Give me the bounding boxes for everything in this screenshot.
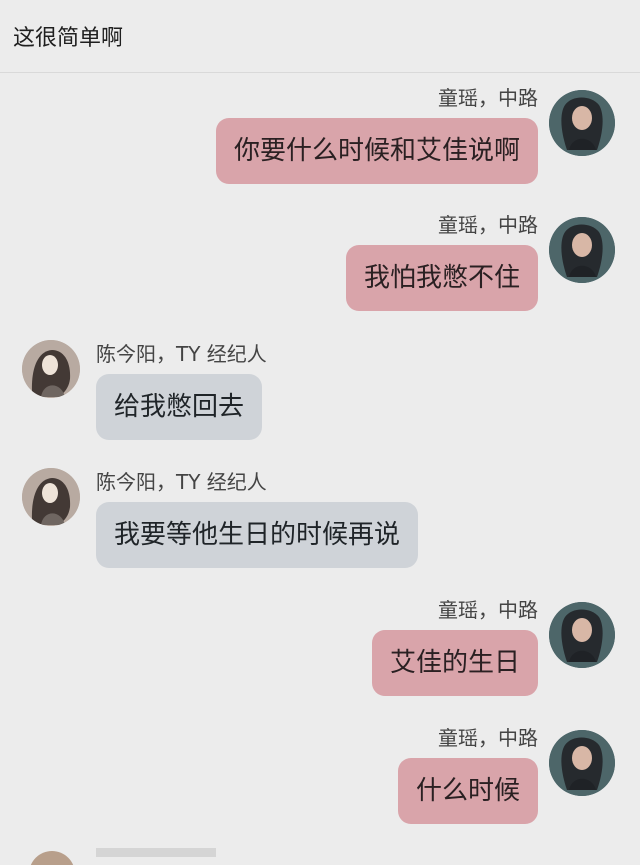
message-row: 童瑶，中路 你要什么时候和艾佳说啊 bbox=[0, 82, 640, 210]
avatar-portrait-icon bbox=[549, 90, 615, 156]
sender-avatar[interactable] bbox=[22, 340, 80, 398]
message-bubble[interactable]: 我怕我憋不住 bbox=[345, 245, 538, 311]
message-row: 陈今阳，TY 经纪人 我要等他生日的时候再说 bbox=[0, 468, 640, 596]
message-bubble[interactable]: 你要什么时候和艾佳说啊 bbox=[215, 118, 538, 184]
sender-avatar[interactable] bbox=[549, 730, 615, 796]
message-bubble[interactable]: 什么时候 bbox=[397, 758, 538, 824]
sender-name: 童瑶，中路 bbox=[438, 86, 538, 110]
sender-avatar[interactable] bbox=[549, 602, 615, 668]
avatar-portrait-icon bbox=[549, 730, 615, 796]
partial-sender-name bbox=[96, 845, 216, 857]
avatar-portrait-icon bbox=[549, 602, 615, 668]
avatar-portrait-icon bbox=[549, 217, 615, 283]
sender-avatar[interactable] bbox=[549, 90, 615, 156]
message-row: 陈今阳，TY 经纪人 给我憋回去 bbox=[0, 340, 640, 468]
message-bubble[interactable]: 我要等他生日的时候再说 bbox=[96, 502, 419, 568]
sender-name: 童瑶，中路 bbox=[438, 726, 538, 750]
sender-name: 陈今阳，TY 经纪人 bbox=[96, 470, 267, 494]
sender-name: 童瑶，中路 bbox=[438, 213, 538, 237]
avatar-portrait-icon bbox=[22, 468, 80, 526]
avatar-portrait-icon bbox=[22, 340, 80, 398]
sender-name: 陈今阳，TY 经纪人 bbox=[96, 342, 267, 366]
partial-avatar[interactable] bbox=[29, 851, 75, 865]
sender-avatar[interactable] bbox=[22, 468, 80, 526]
message-bubble[interactable]: 艾佳的生日 bbox=[371, 630, 538, 696]
sender-name: 童瑶，中路 bbox=[438, 598, 538, 622]
chat-header: 这很简单啊 bbox=[0, 0, 640, 73]
message-row: 童瑶，中路 艾佳的生日 bbox=[0, 594, 640, 722]
message-row: 童瑶，中路 我怕我憋不住 bbox=[0, 209, 640, 337]
message-bubble[interactable]: 给我憋回去 bbox=[96, 374, 263, 440]
sender-avatar[interactable] bbox=[549, 217, 615, 283]
chat-title: 这很简单啊 bbox=[13, 26, 124, 51]
message-row: 童瑶，中路 什么时候 bbox=[0, 722, 640, 850]
next-message-partial bbox=[0, 845, 640, 865]
